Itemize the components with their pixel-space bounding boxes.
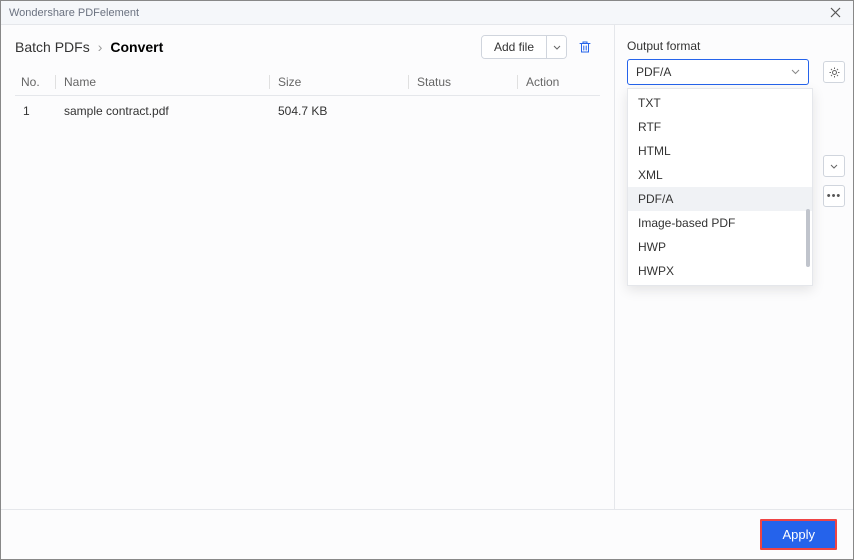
chevron-down-icon (553, 45, 561, 50)
secondary-dropdown-button[interactable] (823, 155, 845, 177)
trash-icon (578, 40, 592, 54)
add-file-dropdown-button[interactable] (546, 36, 566, 58)
dropdown-item-rtf[interactable]: RTF (628, 115, 812, 139)
output-format-dropdown: TXT RTF HTML XML PDF/A Image-based PDF H… (627, 88, 813, 286)
table-row[interactable]: 1 sample contract.pdf 504.7 KB (15, 96, 600, 126)
cell-status (417, 104, 517, 118)
footer: Apply (1, 509, 853, 559)
cell-no: 1 (15, 104, 55, 118)
close-icon[interactable] (826, 7, 845, 18)
more-options-button[interactable]: ••• (823, 185, 845, 207)
col-header-no: No. (15, 75, 55, 89)
table-header: No. Name Size Status Action (15, 69, 600, 96)
cell-name: sample contract.pdf (64, 104, 269, 118)
col-header-status: Status (417, 75, 517, 89)
output-format-value: PDF/A (636, 65, 671, 79)
dropdown-item-txt[interactable]: TXT (628, 91, 812, 115)
dropdown-item-pdfa[interactable]: PDF/A (628, 187, 812, 211)
col-header-name: Name (64, 75, 269, 89)
col-header-action: Action (526, 75, 600, 89)
chevron-down-icon (791, 69, 800, 75)
toolbar: Add file (481, 35, 597, 59)
output-format-select[interactable]: PDF/A (627, 59, 809, 85)
dropdown-item-image-pdf[interactable]: Image-based PDF (628, 211, 812, 235)
right-panel: Output format PDF/A TXT RTF HTML XML PDF… (615, 25, 853, 509)
dropdown-item-xml[interactable]: XML (628, 163, 812, 187)
ellipsis-icon: ••• (827, 190, 842, 202)
titlebar: Wondershare PDFelement (1, 1, 853, 25)
add-file-button[interactable]: Add file (482, 36, 546, 58)
cell-size: 504.7 KB (278, 104, 408, 118)
cell-action (526, 104, 600, 118)
settings-button[interactable] (823, 61, 845, 83)
output-format-label: Output format (627, 39, 841, 53)
add-file-group: Add file (481, 35, 567, 59)
apply-button[interactable]: Apply (760, 519, 837, 550)
gear-icon (828, 66, 841, 79)
dropdown-scrollbar[interactable] (806, 209, 810, 267)
chevron-down-icon (830, 164, 838, 169)
delete-button[interactable] (573, 35, 597, 59)
chevron-right-icon: › (98, 39, 103, 55)
dropdown-item-hwp[interactable]: HWP (628, 235, 812, 259)
dropdown-item-hwpx[interactable]: HWPX (628, 259, 812, 283)
dropdown-item-html[interactable]: HTML (628, 139, 812, 163)
breadcrumb-current: Convert (110, 39, 163, 55)
col-header-size: Size (278, 75, 408, 89)
left-panel: Batch PDFs › Convert No. Name Size Statu… (1, 25, 615, 509)
breadcrumb-root[interactable]: Batch PDFs (15, 39, 90, 55)
app-title: Wondershare PDFelement (9, 7, 139, 19)
